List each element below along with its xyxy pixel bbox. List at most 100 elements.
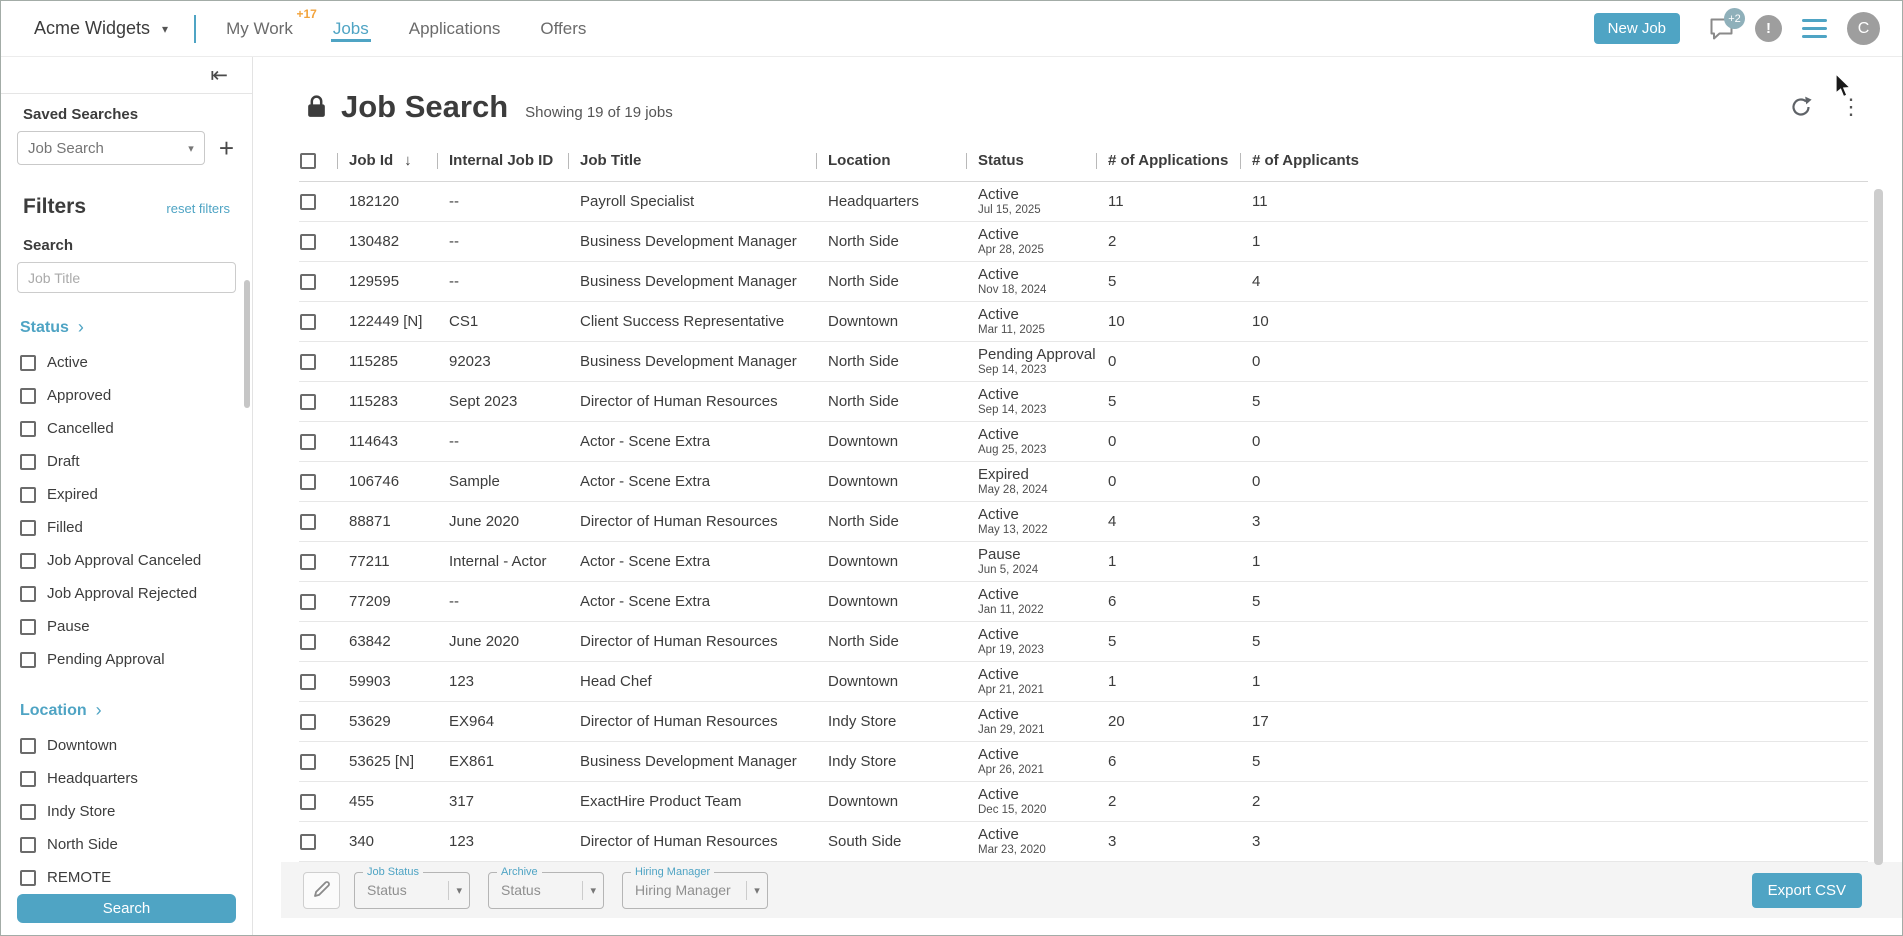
filter-option-indy-store[interactable]: Indy Store: [1, 795, 252, 828]
table-row[interactable]: 455317ExactHire Product TeamDowntownActi…: [299, 782, 1868, 822]
new-job-button[interactable]: New Job: [1594, 13, 1680, 44]
row-checkbox[interactable]: [300, 594, 316, 610]
table-row[interactable]: 63842June 2020Director of Human Resource…: [299, 622, 1868, 662]
status-value: Pending Approval: [978, 346, 1096, 363]
select-all-checkbox[interactable]: [300, 153, 316, 169]
checkbox[interactable]: [20, 870, 36, 886]
checkbox[interactable]: [20, 804, 36, 820]
saved-search-select[interactable]: Job Search ▾: [17, 131, 205, 165]
filter-option-job-approval-rejected[interactable]: Job Approval Rejected: [1, 577, 252, 610]
checkbox[interactable]: [20, 652, 36, 668]
checkbox[interactable]: [20, 619, 36, 635]
table-row[interactable]: 106746SampleActor - Scene ExtraDowntownE…: [299, 462, 1868, 502]
table-scrollbar-thumb[interactable]: [1874, 189, 1883, 865]
row-checkbox[interactable]: [300, 434, 316, 450]
column-header-job-title[interactable]: Job Title: [568, 152, 816, 169]
filter-option-draft[interactable]: Draft: [1, 445, 252, 478]
filter-option-filled[interactable]: Filled: [1, 511, 252, 544]
checkbox[interactable]: [20, 771, 36, 787]
bulk-select-hiring-manager[interactable]: Hiring ManagerHiring Manager▾: [622, 872, 768, 909]
filter-option-remote[interactable]: REMOTE: [1, 861, 252, 894]
nav-item-my-work[interactable]: My Work+17: [226, 1, 293, 56]
column-header-of-applications[interactable]: # of Applications: [1096, 152, 1240, 169]
column-header-internal-job-id[interactable]: Internal Job ID: [437, 152, 568, 169]
row-checkbox[interactable]: [300, 194, 316, 210]
alerts-icon[interactable]: !: [1755, 15, 1782, 42]
row-checkbox[interactable]: [300, 314, 316, 330]
sidebar-scrollbar-thumb[interactable]: [244, 280, 250, 408]
table-row[interactable]: 59903123Head ChefDowntownActiveApr 21, 2…: [299, 662, 1868, 702]
table-row[interactable]: 11528592023Business Development ManagerN…: [299, 342, 1868, 382]
column-header-job-id[interactable]: Job Id↓: [337, 152, 437, 169]
row-checkbox[interactable]: [300, 714, 316, 730]
column-header-of-applicants[interactable]: # of Applicants: [1240, 152, 1868, 169]
avatar[interactable]: C: [1847, 12, 1880, 45]
bulk-select-archive[interactable]: ArchiveStatus▾: [488, 872, 604, 909]
collapse-sidebar-icon[interactable]: ⇤: [210, 65, 228, 86]
table-row[interactable]: 129595--Business Development ManagerNort…: [299, 262, 1868, 302]
row-checkbox[interactable]: [300, 794, 316, 810]
bulk-select-job-status[interactable]: Job StatusStatus▾: [354, 872, 470, 909]
kebab-menu-icon[interactable]: ⋮: [1840, 94, 1862, 120]
nav-item-offers[interactable]: Offers: [540, 1, 586, 56]
checkbox[interactable]: [20, 553, 36, 569]
row-checkbox[interactable]: [300, 634, 316, 650]
table-row[interactable]: 115283Sept 2023Director of Human Resourc…: [299, 382, 1868, 422]
table-row[interactable]: 53625 [N]EX861Business Development Manag…: [299, 742, 1868, 782]
checkbox[interactable]: [20, 421, 36, 437]
filter-option-approved[interactable]: Approved: [1, 379, 252, 412]
filter-option-expired[interactable]: Expired: [1, 478, 252, 511]
checkbox[interactable]: [20, 487, 36, 503]
checkbox[interactable]: [20, 738, 36, 754]
company-selector[interactable]: Acme Widgets ▾: [34, 18, 168, 39]
filter-option-headquarters[interactable]: Headquarters: [1, 762, 252, 795]
filter-option-pending-approval[interactable]: Pending Approval: [1, 643, 252, 676]
filter-option-north-side[interactable]: North Side: [1, 828, 252, 861]
checkbox[interactable]: [20, 454, 36, 470]
table-row[interactable]: 122449 [N]CS1Client Success Representati…: [299, 302, 1868, 342]
export-csv-button[interactable]: Export CSV: [1752, 873, 1862, 908]
table-row[interactable]: 130482--Business Development ManagerNort…: [299, 222, 1868, 262]
column-header-status[interactable]: Status: [966, 152, 1096, 169]
menu-icon[interactable]: [1802, 19, 1827, 38]
filter-section-location[interactable]: Location›: [20, 700, 236, 721]
sidebar-search-button[interactable]: Search: [17, 894, 236, 923]
reset-filters-link[interactable]: reset filters: [166, 201, 230, 216]
checkbox[interactable]: [20, 837, 36, 853]
nav-item-applications[interactable]: Applications: [409, 1, 501, 56]
row-checkbox[interactable]: [300, 514, 316, 530]
refresh-icon[interactable]: [1790, 96, 1812, 118]
filter-option-job-approval-canceled[interactable]: Job Approval Canceled: [1, 544, 252, 577]
table-row[interactable]: 77211Internal - ActorActor - Scene Extra…: [299, 542, 1868, 582]
checkbox[interactable]: [20, 355, 36, 371]
checkbox[interactable]: [20, 586, 36, 602]
table-row[interactable]: 88871June 2020Director of Human Resource…: [299, 502, 1868, 542]
messages-icon[interactable]: +2: [1708, 16, 1735, 41]
table-row[interactable]: 340123Director of Human ResourcesSouth S…: [299, 822, 1868, 862]
nav-item-jobs[interactable]: Jobs: [333, 1, 369, 56]
row-checkbox[interactable]: [300, 234, 316, 250]
row-checkbox[interactable]: [300, 354, 316, 370]
row-checkbox[interactable]: [300, 554, 316, 570]
row-checkbox[interactable]: [300, 274, 316, 290]
filter-option-pause[interactable]: Pause: [1, 610, 252, 643]
bulk-edit-button[interactable]: [303, 872, 340, 909]
row-checkbox[interactable]: [300, 754, 316, 770]
filter-option-downtown[interactable]: Downtown: [1, 729, 252, 762]
table-row[interactable]: 53629EX964Director of Human ResourcesInd…: [299, 702, 1868, 742]
table-row[interactable]: 182120--Payroll SpecialistHeadquartersAc…: [299, 182, 1868, 222]
column-header-location[interactable]: Location: [816, 152, 966, 169]
row-checkbox[interactable]: [300, 834, 316, 850]
filter-option-active[interactable]: Active: [1, 346, 252, 379]
filter-option-cancelled[interactable]: Cancelled: [1, 412, 252, 445]
add-saved-search-button[interactable]: +: [219, 135, 234, 161]
row-checkbox[interactable]: [300, 394, 316, 410]
checkbox[interactable]: [20, 388, 36, 404]
table-row[interactable]: 114643--Actor - Scene ExtraDowntownActiv…: [299, 422, 1868, 462]
job-title-filter-input[interactable]: [17, 262, 236, 293]
filter-section-status[interactable]: Status›: [20, 317, 236, 338]
checkbox[interactable]: [20, 520, 36, 536]
table-row[interactable]: 77209--Actor - Scene ExtraDowntownActive…: [299, 582, 1868, 622]
row-checkbox[interactable]: [300, 674, 316, 690]
row-checkbox[interactable]: [300, 474, 316, 490]
